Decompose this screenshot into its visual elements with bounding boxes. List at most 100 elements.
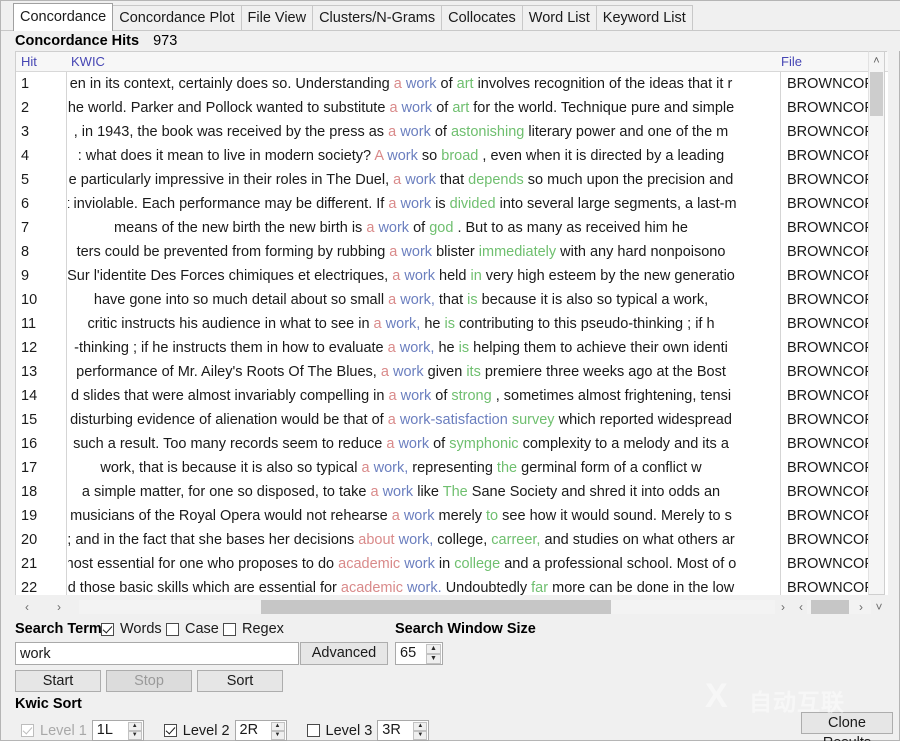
table-row[interactable]: 12-thinking ; if he instructs them in ho… [16, 336, 888, 360]
kwic-right-collocate: in [470, 268, 481, 284]
cell-kwic: ters could be prevented from forming by … [68, 240, 781, 264]
kwic-level-3-checkbox[interactable]: Level 3 [301, 723, 373, 739]
kwic-level-2-stepper[interactable]: 2R ▲ ▼ [235, 720, 287, 741]
search-option-case[interactable]: Case [166, 621, 219, 637]
kwic-right-collocate: art [457, 76, 474, 92]
tab-concordance-plot[interactable]: Concordance Plot [112, 5, 241, 31]
cell-kwic: means of the new birth the new birth is … [68, 216, 781, 240]
file-scroll-down-icon[interactable]: ˅ [871, 598, 887, 616]
table-row[interactable]: 5e particularly impressive in their role… [16, 168, 888, 192]
tab-collocates[interactable]: Collocates [441, 5, 523, 31]
table-row[interactable]: 10have gone into so much detail about so… [16, 288, 888, 312]
kwic-left-collocate: academic [341, 580, 403, 595]
table-row[interactable]: 6t inviolable. Each performance may be d… [16, 192, 888, 216]
column-header-hit[interactable]: Hit [21, 54, 37, 69]
table-row[interactable]: 9Sur l'identite Des Forces chimiques et … [16, 264, 888, 288]
kwic-left-collocate: a [388, 292, 396, 308]
table-column-headers: Hit KWIC File [16, 52, 888, 72]
search-window-size-stepper[interactable]: 65 ▲ ▼ [395, 642, 443, 665]
kwic-level-2-checkbox[interactable]: Level 2 [158, 723, 230, 739]
file-scrollbar-thumb[interactable] [811, 600, 849, 614]
table-row[interactable]: 21host essential for one who proposes to… [16, 552, 888, 576]
kwic-level-1-stepper[interactable]: 1L ▲ ▼ [92, 720, 144, 741]
kwic-level-2-arrows[interactable]: ▲ ▼ [271, 722, 285, 739]
kwic-left-collocate: a [381, 364, 389, 380]
checkbox-case-icon[interactable] [166, 623, 179, 636]
checkbox-words-icon[interactable] [101, 623, 114, 636]
table-row[interactable]: 1en in its context, certainly does so. U… [16, 72, 888, 96]
cell-hit: 10 [16, 288, 67, 312]
kwic-right-collocate: The [443, 484, 468, 500]
kwic-scroll-left-icon[interactable]: ‹ [19, 598, 35, 616]
table-row[interactable]: 18a simple matter, for one so disposed, … [16, 480, 888, 504]
table-row[interactable]: 4: what does it mean to live in modern s… [16, 144, 888, 168]
concordance-rows[interactable]: 1en in its context, certainly does so. U… [16, 72, 888, 595]
search-window-size-arrows[interactable]: ▲ ▼ [426, 644, 441, 663]
vertical-scrollbar[interactable]: ˄ [868, 51, 885, 595]
tab-file-view[interactable]: File View [241, 5, 314, 31]
kwic-right-word: blister [436, 244, 475, 260]
kwic-level-2-label: Level 2 [183, 723, 230, 739]
clone-results-button[interactable]: Clone Results [801, 712, 893, 734]
tab-concordance[interactable]: Concordance [13, 3, 113, 31]
stepper-down-icon[interactable]: ▼ [413, 731, 427, 740]
table-row[interactable]: 2he world. Parker and Pollock wanted to … [16, 96, 888, 120]
kwic-level-1-arrows[interactable]: ▲ ▼ [128, 722, 142, 739]
kwic-left-collocate: a [392, 508, 400, 524]
stepper-up-icon[interactable]: ▲ [413, 722, 427, 731]
kwic-right-collocate: to [486, 508, 498, 524]
kwic-level-3-stepper[interactable]: 3R ▲ ▼ [377, 720, 429, 741]
table-row[interactable]: 20; and in the fact that she bases her d… [16, 528, 888, 552]
table-row[interactable]: 14d slides that were almost invariably c… [16, 384, 888, 408]
stepper-down-icon[interactable]: ▼ [271, 731, 285, 740]
table-row[interactable]: 15disturbing evidence of alienation woul… [16, 408, 888, 432]
search-option-words[interactable]: Words [101, 621, 162, 637]
start-button[interactable]: Start [15, 670, 101, 692]
checkbox-level-3-icon[interactable] [307, 724, 320, 737]
sort-button[interactable]: Sort [197, 670, 283, 692]
kwic-scrollbar-thumb[interactable] [261, 600, 611, 614]
search-input[interactable] [15, 642, 299, 665]
tab-clusters-n-grams[interactable]: Clusters/N-Grams [312, 5, 442, 31]
table-row[interactable]: 7means of the new birth the new birth is… [16, 216, 888, 240]
checkbox-level-2-icon[interactable] [164, 724, 177, 737]
kwic-horizontal-scrollbar[interactable] [79, 600, 775, 614]
table-row[interactable]: 17work, that is because it is also so ty… [16, 456, 888, 480]
kwic-track-right-icon[interactable]: › [775, 598, 791, 616]
stepper-down-icon[interactable]: ▼ [128, 731, 142, 740]
stepper-up-icon[interactable]: ▲ [271, 722, 285, 731]
tab-word-list[interactable]: Word List [522, 5, 597, 31]
table-row[interactable]: 8ters could be prevented from forming by… [16, 240, 888, 264]
stepper-up-icon[interactable]: ▲ [426, 644, 441, 654]
stepper-up-icon[interactable]: ▲ [128, 722, 142, 731]
tab-keyword-list[interactable]: Keyword List [596, 5, 693, 31]
table-row[interactable]: 11critic instructs his audience in what … [16, 312, 888, 336]
horizontal-scrollbar-row: ‹ › ‹ › ‹ › ˅ [15, 598, 887, 618]
kwic-node: work, [399, 532, 434, 548]
kwic-right-collocate: is [467, 292, 477, 308]
file-scroll-right-icon[interactable]: › [853, 598, 869, 616]
table-row[interactable]: 3, in 1943, the book was received by the… [16, 120, 888, 144]
kwic-left-collocate: a [374, 316, 382, 332]
table-row[interactable]: 19musicians of the Royal Opera would not… [16, 504, 888, 528]
cell-hit: 11 [16, 312, 67, 336]
scroll-up-icon[interactable]: ˄ [869, 52, 884, 70]
controls-panel: Search Term Words Case Regex Advanced St… [1, 618, 900, 741]
advanced-button[interactable]: Advanced [300, 642, 388, 665]
search-term-label: Search Term [15, 621, 102, 637]
column-header-kwic[interactable]: KWIC [71, 54, 105, 69]
table-row[interactable]: 22d those basic skills which are essenti… [16, 576, 888, 595]
kwic-right-word: of [413, 220, 425, 236]
kwic-node: work [406, 76, 437, 92]
kwic-left-collocate: a [389, 100, 397, 116]
stepper-down-icon[interactable]: ▼ [426, 654, 441, 664]
table-row[interactable]: 16such a result. Too many records seem t… [16, 432, 888, 456]
column-header-file[interactable]: File [781, 54, 802, 69]
kwic-scroll-right-icon[interactable]: › [51, 598, 67, 616]
kwic-level-3-arrows[interactable]: ▲ ▼ [413, 722, 427, 739]
vertical-scrollbar-thumb[interactable] [870, 72, 883, 116]
table-row[interactable]: 13performance of Mr. Ailey's Roots Of Th… [16, 360, 888, 384]
search-option-regex[interactable]: Regex [223, 621, 284, 637]
checkbox-regex-icon[interactable] [223, 623, 236, 636]
cell-kwic: t inviolable. Each performance may be di… [68, 192, 781, 216]
